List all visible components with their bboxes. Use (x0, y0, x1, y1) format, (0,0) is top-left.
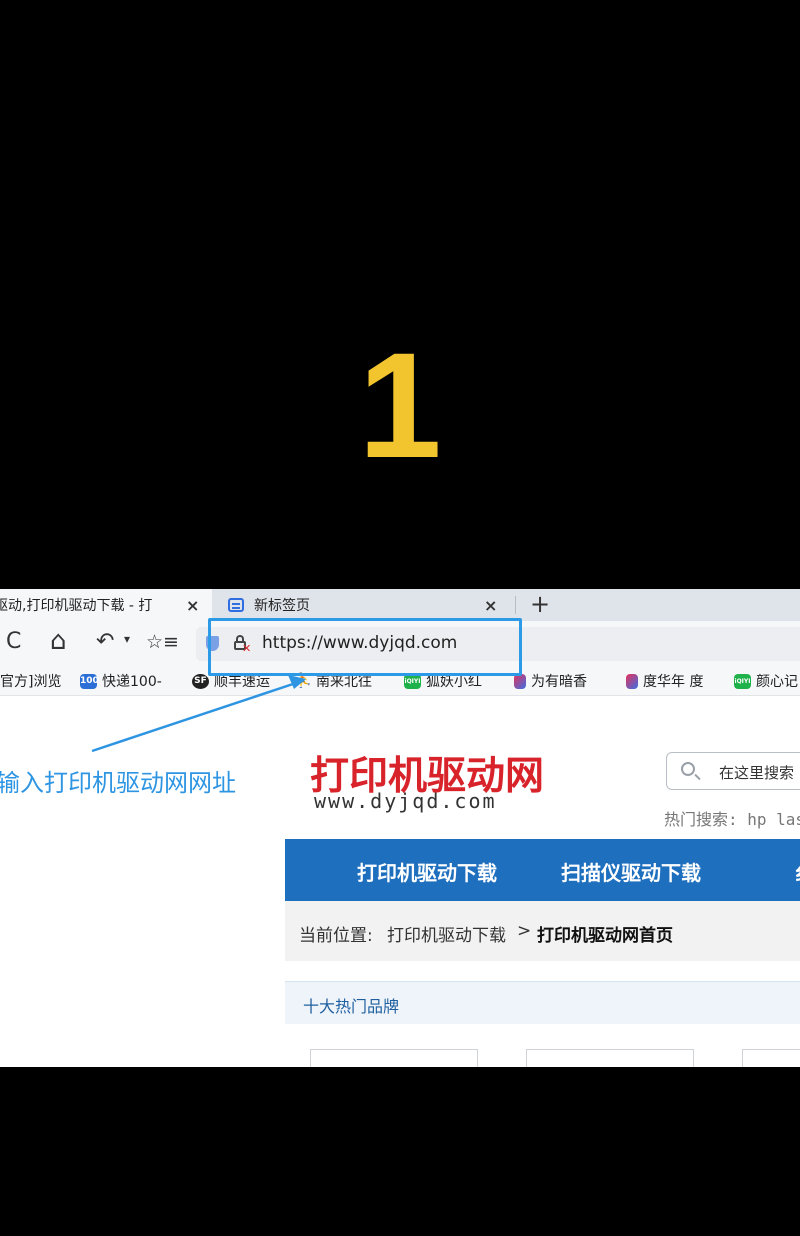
site-search-input[interactable]: 在这里搜索 (666, 752, 800, 790)
step-number: 1 (358, 321, 442, 489)
browser-screenshot: 驱动,打印机驱动下载 - 打 × 新标签页 × + C ⌂ ↶ ▾ ☆≡ ✕ h… (0, 589, 800, 1067)
search-icon (681, 762, 695, 776)
site-main-nav: 打印机驱动下载 扫描仪驱动下载 纟 (285, 839, 800, 901)
site-logo-url: www.dyjqd.com (314, 789, 497, 813)
hot-search: 热门搜索: hp las (664, 810, 800, 829)
breadcrumb-current: 打印机驱动网首页 (537, 926, 673, 946)
brands-section-header: 十大热门品牌 (285, 981, 800, 1024)
brand-card[interactable] (526, 1049, 694, 1067)
annotation-text: 输入打印机驱动网网址 (0, 769, 236, 797)
nav-printer-drivers[interactable]: 打印机驱动下载 (357, 857, 497, 886)
nav-item-more[interactable]: 纟 (795, 857, 800, 886)
breadcrumb-link[interactable]: 打印机驱动下载 (387, 921, 506, 946)
search-placeholder: 在这里搜索 (719, 764, 795, 782)
brand-card[interactable] (310, 1049, 478, 1067)
breadcrumb: 当前位置: 打印机驱动下载 > 打印机驱动网首页 (285, 901, 800, 961)
nav-scanner-drivers[interactable]: 扫描仪驱动下载 (561, 857, 701, 886)
brand-card[interactable] (742, 1049, 800, 1067)
breadcrumb-separator: > (517, 921, 532, 941)
section-title: 十大热门品牌 (303, 997, 400, 1016)
breadcrumb-label: 当前位置: (299, 926, 373, 946)
